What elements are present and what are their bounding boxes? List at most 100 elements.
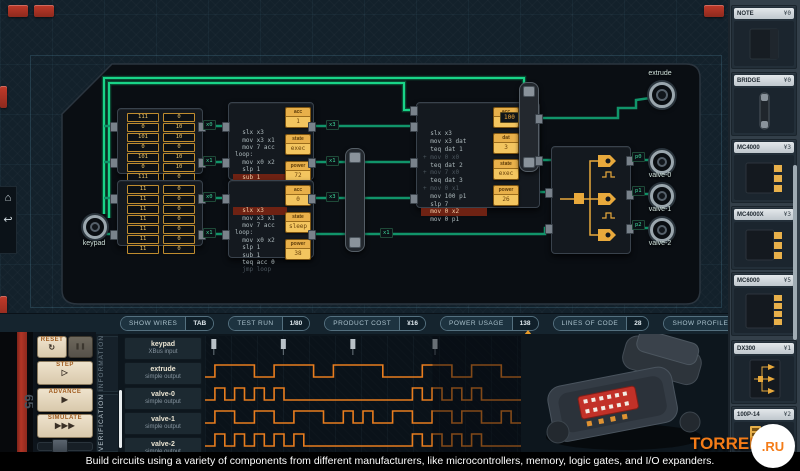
xbus-event-marker <box>350 339 355 349</box>
bridge-icon <box>744 91 784 131</box>
sidebar-item-note[interactable]: NOTE¥0 <box>731 5 797 69</box>
pause-button[interactable]: ❚❚ <box>68 336 93 358</box>
caption-bar: Build circuits using a variety of compon… <box>0 452 800 471</box>
chip-pin <box>410 122 418 132</box>
signal-row[interactable]: valve-1 simple output <box>124 412 202 435</box>
chip-pin <box>308 158 316 168</box>
chip-pin <box>222 194 230 204</box>
mc4000-2-code[interactable]: slx x3 mov x3 x1 mov 7 accloop: mov x0 x… <box>233 185 287 274</box>
mc4000-chip-1[interactable]: slx x3 mov x3 x1 mov 7 accloop: mov x0 x… <box>228 102 314 180</box>
chip-pin <box>545 224 553 234</box>
waveform-traces <box>205 336 521 452</box>
bridge-component-1[interactable] <box>345 148 365 252</box>
red-corner-tab <box>8 5 28 17</box>
toolbar-pill[interactable]: SHOW WIRES TAB <box>120 316 214 331</box>
chip-pin <box>110 194 118 204</box>
rom-chip-1[interactable]: 111010101010111 01010010100 <box>117 108 203 174</box>
signal-row[interactable]: valve-0 simple output <box>124 387 202 410</box>
signal-list: keypad XBus input extrude simple output … <box>124 337 202 460</box>
sidebar-scrollbar[interactable] <box>793 165 797 340</box>
wire-label: x1 <box>203 228 216 238</box>
sidebar-item-bridge[interactable]: BRIDGE¥0 <box>731 72 797 136</box>
xbus-event-marker <box>281 339 286 349</box>
wire-label: x3 <box>326 192 339 202</box>
wire-label: x1 <box>203 156 216 166</box>
rom2-column-b: 0000000 <box>163 185 195 254</box>
red-corner-tab <box>704 5 724 17</box>
valve-0-pad <box>650 150 674 174</box>
valve-2-pad-label: valve-2 <box>630 240 690 247</box>
toolbar-pill[interactable]: TEST RUN 1/80 <box>228 316 310 331</box>
keypad-pad <box>83 215 107 239</box>
verification-scrollbar[interactable] <box>119 390 122 448</box>
chip-pin <box>410 106 418 116</box>
tab-information[interactable]: INFORMATION <box>97 336 119 392</box>
chip-pin <box>222 230 230 240</box>
reset-button[interactable]: RESET ↻ <box>37 336 67 358</box>
sidebar-item-mc4000x[interactable]: MC4000X¥3 <box>731 206 797 270</box>
step-button[interactable]: STEP ▷ <box>37 361 93 385</box>
simulate-button[interactable]: SIMULATE ▶▶▶ <box>37 414 93 438</box>
signal-row[interactable]: keypad XBus input <box>124 337 202 360</box>
chip-pin <box>535 114 543 124</box>
wire-label: p1 <box>632 186 645 196</box>
chip-pin <box>110 230 118 240</box>
rom2-column-a: 11111111111111 <box>127 185 159 254</box>
rom-chip-2[interactable]: 11111111111111 0000000 <box>117 180 203 246</box>
wire-label: x1 <box>380 228 393 238</box>
rom1-column-b: 01010010100 <box>163 113 195 182</box>
wire-label: p2 <box>632 220 645 230</box>
slider-handle[interactable] <box>52 439 68 453</box>
dx300-gate-diagram <box>552 147 630 253</box>
mc4000-1-registers: acc1stateexecpower72 <box>285 107 311 182</box>
wire-value-100: 100 <box>500 112 519 123</box>
chip-pin <box>545 188 553 198</box>
toolbar-pill[interactable]: PRODUCT COST ¥16 <box>324 316 426 331</box>
chip-pin <box>410 158 418 168</box>
extrude-pad <box>649 82 675 108</box>
simulate-icon: ▶▶▶ <box>38 421 92 430</box>
red-corner-tab <box>34 5 54 17</box>
wire-label: x3 <box>326 120 339 130</box>
mc4000-chip-2[interactable]: slx x3 mov x3 x1 mov 7 accloop: mov x0 x… <box>228 180 314 258</box>
home-icon[interactable]: ⌂ <box>0 187 16 209</box>
unrun-overlay <box>433 336 521 452</box>
red-edge-tab <box>0 86 7 108</box>
mc4000x-icon <box>742 227 786 263</box>
dx300-icon <box>742 358 786 400</box>
valve-1-pad-label: valve-1 <box>630 206 690 213</box>
wire-label: x0 <box>203 192 216 202</box>
reset-icon: ↻ <box>38 343 66 352</box>
chip-pin <box>110 158 118 168</box>
rom1-column-a: 111010101010111 <box>127 113 159 182</box>
mc6000-code[interactable]: slx x3 mov x3 dat teq dat 1+ mov 0 x0 te… <box>421 107 487 224</box>
tab-verification[interactable]: VERIFICATION <box>97 394 119 452</box>
sidebar-item-mc4000[interactable]: MC4000¥3 <box>731 139 797 203</box>
sidebar-item-mc6000[interactable]: MC6000¥5 <box>731 272 797 336</box>
left-rail: ⌂ ↩ <box>0 186 17 254</box>
toolbar-pill[interactable]: LINES OF CODE 28 <box>553 316 650 331</box>
step-icon: ▷ <box>38 368 92 377</box>
red-stripe-decoration <box>17 332 27 452</box>
watermark-circle: .RU <box>751 424 795 468</box>
wire-label: x1 <box>326 156 339 166</box>
chip-pin <box>308 122 316 132</box>
watermark-tld: .RU <box>762 439 784 454</box>
toolbar-pills: SHOW WIRES TAB TEST RUN 1/80 PRODUCT COS… <box>120 316 762 331</box>
dx300-chip[interactable] <box>551 146 631 254</box>
chip-pin <box>410 194 418 204</box>
circuit-canvas[interactable]: ⌂ ↩ 111010101010111 01010010100 11111111… <box>0 0 728 315</box>
advance-button[interactable]: ADVANCE ▶ <box>37 388 93 412</box>
pause-icon: ❚❚ <box>75 344 86 350</box>
chip-pin <box>222 158 230 168</box>
chip-pin <box>535 156 543 166</box>
waveform-region <box>205 336 521 452</box>
undo-icon[interactable]: ↩ <box>0 209 16 231</box>
chip-pin <box>222 122 230 132</box>
sidebar-item-dx300[interactable]: DX300¥1 <box>731 340 797 404</box>
wire-label: p0 <box>632 152 645 162</box>
shenzhen-io-window: ⌂ ↩ 111010101010111 01010010100 11111111… <box>0 0 800 471</box>
toolbar-pill[interactable]: POWER USAGE 138 <box>440 316 538 331</box>
valve-0-pad-label: valve-0 <box>630 172 690 179</box>
signal-row[interactable]: extrude simple output <box>124 362 202 385</box>
